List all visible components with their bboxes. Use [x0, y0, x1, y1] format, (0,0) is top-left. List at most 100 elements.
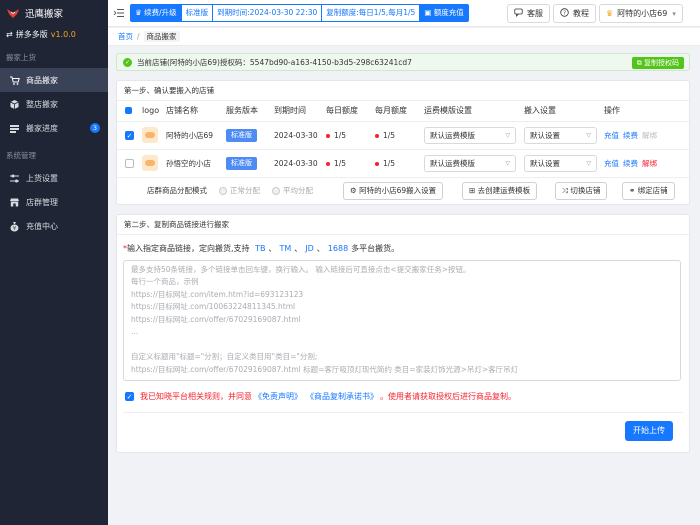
col-daily-quota: 每日额度: [323, 101, 372, 122]
edition-label: 标准版: [180, 4, 214, 22]
store-move-settings-button[interactable]: ⚙ 阿特的小店69搬入设置: [343, 181, 444, 200]
sidebar-item-product-move[interactable]: 商品搬家: [0, 68, 108, 92]
radio-normal-distribution[interactable]: 正常分配: [219, 185, 260, 196]
sidebar-item-label: 整店搬家: [26, 99, 58, 109]
chevron-down-icon: ▽: [505, 131, 510, 139]
indeterminate-checkbox[interactable]: [125, 107, 132, 115]
bind-store-button[interactable]: ⚭ 绑定店铺: [622, 181, 675, 200]
start-upload-button[interactable]: 开始上传: [625, 420, 673, 441]
chevron-down-icon: ▾: [672, 9, 676, 18]
sidebar-item-label: 上货设置: [26, 173, 58, 183]
current-store-name: 阿特的小店69: [617, 9, 668, 18]
row-checkbox[interactable]: [125, 158, 134, 168]
crown-icon: ♛: [606, 9, 614, 18]
link-icon: ⚭: [629, 185, 638, 195]
quota-recharge-button[interactable]: ▣ 额度充值: [419, 4, 469, 22]
platform-switch[interactable]: ⇄ 拼多多版 v1.0.0: [0, 26, 108, 42]
sidebar-item-label: 搬家进度: [26, 123, 58, 133]
agreement-suffix: 。使用者请获取授权后进行商品复制。: [380, 391, 516, 401]
renew-link[interactable]: 续费: [623, 131, 638, 140]
sliders-icon: [8, 172, 20, 184]
radio-average-distribution[interactable]: 平均分配: [272, 185, 313, 196]
sidebar-item-upload-settings[interactable]: 上货设置: [0, 166, 108, 190]
radio-circle: [272, 186, 280, 195]
platform-link-tb[interactable]: TB: [255, 244, 265, 253]
sidebar-section-label: 系统管理: [6, 151, 36, 160]
row-checkbox-checked[interactable]: ✓: [125, 130, 134, 140]
col-expire: 到期时间: [271, 101, 323, 122]
col-version: 服务版本: [223, 101, 271, 122]
expire-date: 2024-03-30: [271, 149, 323, 178]
move-settings-select[interactable]: 默认设置 ▽: [524, 154, 597, 172]
menu-collapse-icon[interactable]: [113, 7, 125, 19]
recharge-link[interactable]: 充值: [604, 159, 619, 168]
button-label: 去创建运费模板: [477, 185, 531, 195]
col-store-name: 店铺名称: [163, 101, 223, 122]
freight-template-select[interactable]: 默认运费模版 ▽: [424, 154, 516, 172]
tutorial-button[interactable]: ? 教程: [553, 4, 596, 23]
step1-title: 第一步、确认要搬入的店铺: [117, 81, 689, 101]
crown-icon: ♛: [135, 8, 145, 17]
freight-template-select[interactable]: 默认运费模版 ▽: [424, 126, 516, 144]
cart-icon: [8, 74, 20, 86]
agreement-checkbox[interactable]: ✓: [125, 391, 134, 401]
store-name: 阿特的小店69: [163, 121, 223, 150]
disclaimer-link[interactable]: 《免责声明》: [254, 391, 302, 402]
select-all-checkbox[interactable]: [117, 101, 139, 122]
copy-auth-code-button[interactable]: ⧉ 复制授权码: [631, 57, 684, 69]
daily-quota: 1/5: [334, 130, 347, 140]
sidebar-section-label: 搬家上货: [6, 53, 36, 62]
status-dot: [326, 161, 330, 166]
sidebar-item-store-group[interactable]: 店群管理: [0, 190, 108, 214]
sidebar-item-label: 充值中心: [26, 221, 58, 231]
table-row: ✓ 阿特的小店69 标准版 2024-03-30 1/5 1/5 默认运费模版 ▽…: [117, 121, 689, 150]
renew-upgrade-button[interactable]: ♛ 续费/升级: [130, 4, 182, 22]
store-icon: [8, 196, 20, 208]
platform-link-1688[interactable]: 1688: [328, 244, 348, 253]
move-settings-select[interactable]: 默认设置 ▽: [524, 126, 597, 144]
create-freight-template-button[interactable]: ⊞ 去创建运费模板: [462, 181, 538, 200]
store-logo: [142, 155, 158, 171]
platform-link-tm[interactable]: TM: [279, 244, 291, 253]
sidebar: 迅鹰搬家 ⇄ 拼多多版 v1.0.0 搬家上货 商品搬家 整店搬家 搬家进度 3…: [0, 0, 108, 525]
col-actions: 操作: [601, 101, 689, 122]
store-logo: [142, 127, 158, 143]
renew-link[interactable]: 续费: [623, 159, 638, 168]
version-tag: 标准版: [226, 128, 257, 142]
agreement-text: 我已知晓平台相关规则，并同意: [140, 391, 252, 401]
sidebar-item-store-move[interactable]: 整店搬家: [0, 92, 108, 116]
product-links-textarea[interactable]: 最多支持50条链接，多个链接单击回车键，换行输入。 输入链接后可直接点击<提交搬…: [123, 259, 681, 381]
monthly-quota: 1/5: [383, 158, 396, 168]
success-check-icon: ✓: [123, 57, 132, 67]
breadcrumb-home[interactable]: 首页: [118, 32, 133, 41]
switch-store-button[interactable]: ⤨ 切换店铺: [555, 181, 608, 200]
radio-label: 平均分配: [283, 186, 313, 195]
auth-code-text: 当前店铺(阿特的小店69)授权码：5547bd90-a163-4150-b3d5…: [137, 57, 412, 67]
app-version: v1.0.0: [50, 29, 76, 39]
platform-link-jd[interactable]: JD: [305, 244, 314, 253]
step1-panel: 第一步、确认要搬入的店铺 logo 店铺名称 服务版本 到期时间 每日额度 每月…: [116, 80, 690, 205]
distribution-mode-label: 店群商品分配模式: [147, 186, 207, 195]
store-switcher[interactable]: ♛ 阿特的小店69 ▾: [599, 4, 683, 23]
step2-panel: 第二步、复制商品链接进行搬家 *输入指定商品链接，定向搬货,支持 TB、 TM、 J…: [116, 213, 690, 453]
store-name: 孙悟空的小店: [163, 149, 223, 178]
sidebar-item-recharge[interactable]: ¥ 充值中心: [0, 214, 108, 238]
svg-text:¥: ¥: [12, 226, 15, 232]
unbind-link[interactable]: 解绑: [642, 159, 657, 168]
recharge-label: 额度充值: [433, 8, 464, 17]
commitment-link[interactable]: 《商品复制承诺书》: [306, 391, 378, 402]
topbar: ♛ 续费/升级 标准版 到期时间:2024-03-30 22:30 复制额度:每…: [108, 0, 700, 27]
chevron-down-icon: ▽: [505, 159, 510, 167]
step2-footer: 开始上传: [123, 411, 683, 452]
tutorial-label: 教程: [573, 9, 589, 18]
stores-table: logo 店铺名称 服务版本 到期时间 每日额度 每月额度 运费模版设置 搬入设…: [117, 101, 689, 178]
sidebar-item-progress[interactable]: 搬家进度 3: [0, 116, 108, 140]
switch-icon: ⇄: [6, 29, 13, 39]
brand[interactable]: 迅鹰搬家: [0, 0, 108, 26]
freight-value: 默认运费模版: [430, 130, 475, 140]
customer-service-button[interactable]: 客服: [507, 4, 550, 23]
service-label: 客服: [527, 9, 543, 18]
copy-label: 复制授权码: [644, 59, 679, 67]
recharge-link[interactable]: 充值: [604, 131, 619, 140]
unbind-link[interactable]: 解绑: [642, 131, 657, 140]
